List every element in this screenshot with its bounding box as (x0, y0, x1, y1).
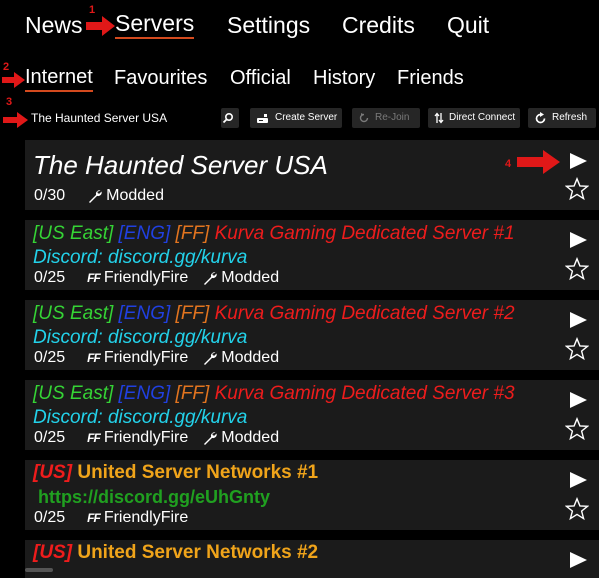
create-server-icon (257, 114, 268, 123)
star-icon[interactable] (565, 497, 589, 521)
server-toolbar: The Haunted Server USA Create Server Re-… (0, 106, 599, 130)
friendlyfire-icon: FF (87, 511, 101, 525)
horizontal-scrollbar[interactable] (25, 568, 53, 572)
play-icon[interactable] (567, 310, 589, 330)
server-name: [US East] [ENG] [FF] Kurva Gaming Dedica… (33, 223, 515, 244)
server-name: [US] United Server Networks #1 (33, 462, 319, 483)
modded-tag: Modded (202, 269, 279, 287)
server-discord: Discord: discord.gg/kurva (33, 327, 248, 348)
player-count: 0/25 (34, 429, 66, 446)
create-server-label: Create Server (275, 112, 338, 123)
tab-official[interactable]: Official (230, 65, 291, 91)
friendlyfire-tag: FF FriendlyFire (87, 349, 189, 366)
search-icon (222, 112, 233, 124)
server-row[interactable]: [US East] [ENG] [FF] Kurva Gaming Dedica… (25, 300, 599, 370)
server-discord: Discord: discord.gg/kurva (33, 247, 248, 268)
play-icon[interactable] (567, 151, 589, 171)
server-list: The Haunted Server USA 0/30 Modded [US E… (25, 140, 599, 578)
server-row[interactable]: [US East] [ENG] [FF] Kurva Gaming Dedica… (25, 380, 599, 450)
rejoin-label: Re-Join (375, 112, 410, 123)
server-row[interactable]: [US East] [ENG] [FF] Kurva Gaming Dedica… (25, 220, 599, 290)
player-count: 0/25 (34, 349, 66, 366)
arrow-icon (86, 16, 115, 36)
friendlyfire-tag: FF FriendlyFire (87, 509, 189, 526)
play-icon[interactable] (567, 230, 589, 250)
server-name: [US] United Server Networks #2 (33, 542, 319, 563)
server-row[interactable]: [US] United Server Networks #2 (25, 540, 599, 578)
server-meta: 0/25 FF FriendlyFire Modded (34, 269, 279, 287)
tab-internet[interactable]: Internet (25, 65, 93, 92)
server-name: [US East] [ENG] [FF] Kurva Gaming Dedica… (33, 383, 515, 404)
modded-tag: Modded (202, 429, 279, 447)
wrench-icon (204, 272, 217, 285)
annotation-number: 4 (505, 158, 512, 170)
play-icon[interactable] (567, 390, 589, 410)
search-button[interactable] (221, 108, 239, 128)
friendlyfire-tag: FF FriendlyFire (87, 269, 189, 286)
tab-history[interactable]: History (313, 65, 375, 91)
player-count: 0/30 (34, 187, 66, 204)
friendlyfire-icon: FF (87, 271, 101, 285)
search-input[interactable]: The Haunted Server USA (31, 109, 167, 127)
direct-connect-icon (434, 112, 444, 124)
server-row[interactable]: The Haunted Server USA 0/30 Modded (25, 140, 599, 210)
modded-tag: Modded (87, 187, 164, 205)
star-icon[interactable] (565, 337, 589, 361)
nav-credits[interactable]: Credits (342, 10, 415, 40)
arrow-icon (517, 150, 560, 174)
server-meta: 0/25 FF FriendlyFire Modded (34, 429, 279, 447)
play-icon[interactable] (567, 470, 589, 490)
server-meta: 0/30 Modded (34, 187, 164, 205)
modded-tag: Modded (202, 349, 279, 367)
nav-settings[interactable]: Settings (227, 10, 310, 40)
friendlyfire-icon: FF (87, 431, 101, 445)
nav-news[interactable]: News (25, 10, 83, 40)
friendlyfire-tag: FF FriendlyFire (87, 429, 189, 446)
tab-friends[interactable]: Friends (397, 65, 464, 91)
annotation-number: 3 (6, 96, 13, 108)
friendlyfire-icon: FF (87, 351, 101, 365)
refresh-icon (535, 111, 546, 123)
server-meta: 0/25 FF FriendlyFire (34, 509, 188, 527)
star-icon[interactable] (565, 257, 589, 281)
refresh-label: Refresh (552, 112, 588, 123)
rejoin-button[interactable]: Re-Join (352, 108, 420, 128)
star-icon[interactable] (565, 177, 589, 201)
nav-servers[interactable]: Servers (115, 10, 195, 39)
rejoin-icon (359, 113, 369, 123)
play-icon[interactable] (567, 550, 589, 570)
server-meta: 0/25 FF FriendlyFire Modded (34, 349, 279, 367)
star-icon[interactable] (565, 417, 589, 441)
nav-quit[interactable]: Quit (447, 10, 489, 40)
create-server-button[interactable]: Create Server (250, 108, 342, 128)
wrench-icon (89, 190, 102, 203)
arrow-icon (2, 72, 25, 88)
server-discord: Discord: discord.gg/kurva (33, 407, 248, 428)
direct-connect-button[interactable]: Direct Connect (428, 108, 520, 128)
player-count: 0/25 (34, 269, 66, 286)
server-discord-link: https://discord.gg/eUhGnty (38, 487, 270, 507)
wrench-icon (204, 352, 217, 365)
server-name: The Haunted Server USA (33, 150, 328, 180)
wrench-icon (204, 432, 217, 445)
server-tabs: Internet Favourites Official History Fri… (0, 60, 599, 100)
direct-connect-label: Direct Connect (449, 112, 516, 123)
server-row[interactable]: [US] United Server Networks #1 https://d… (25, 460, 599, 530)
arrow-icon (3, 112, 28, 128)
annotation-number: 1 (89, 4, 96, 16)
refresh-button[interactable]: Refresh (528, 108, 596, 128)
player-count: 0/25 (34, 509, 66, 526)
tab-favourites[interactable]: Favourites (114, 65, 207, 91)
server-name: [US East] [ENG] [FF] Kurva Gaming Dedica… (33, 303, 515, 324)
